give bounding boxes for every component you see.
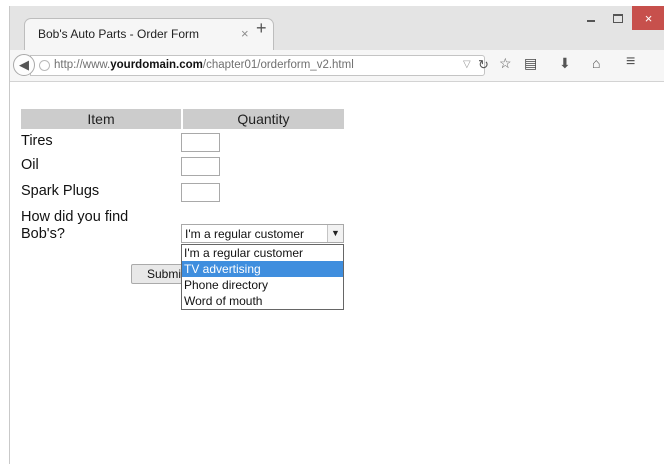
- find-options-dropdown: I'm a regular customer TV advertising Ph…: [181, 244, 344, 310]
- option-word-of-mouth[interactable]: Word of mouth: [182, 293, 343, 309]
- url-text[interactable]: http://www.yourdomain.com/chapter01/orde…: [54, 59, 354, 71]
- quantity-column-header: Quantity: [183, 109, 344, 129]
- option-regular-customer[interactable]: I'm a regular customer: [182, 245, 343, 261]
- close-window-button[interactable]: ×: [632, 6, 664, 30]
- back-arrow-icon[interactable]: ◀: [13, 54, 35, 76]
- globe-icon: [39, 60, 50, 71]
- url-dropdown-icon[interactable]: ▽: [463, 59, 471, 70]
- page-content: Item Quantity Tires Oil Spark Plugs How …: [10, 82, 664, 464]
- url-path: /chapter01/orderform_v2.html: [202, 59, 354, 71]
- spark-plugs-quantity-input[interactable]: [181, 183, 220, 202]
- oil-label: Oil: [21, 157, 39, 173]
- browser-tab[interactable]: Bob's Auto Parts - Order Form ×: [24, 18, 274, 50]
- find-label-line2: Bob's?: [21, 226, 65, 242]
- find-label-line1: How did you find: [21, 209, 129, 225]
- find-select[interactable]: I'm a regular customer ▼: [181, 224, 344, 243]
- maximize-icon: [613, 13, 623, 23]
- minimize-icon: [587, 20, 595, 22]
- oil-quantity-input[interactable]: [181, 157, 220, 176]
- tires-quantity-input[interactable]: [181, 133, 220, 152]
- title-bar: Bob's Auto Parts - Order Form × + ×: [10, 6, 664, 50]
- option-tv-advertising[interactable]: TV advertising: [182, 261, 343, 277]
- bookmark-star-icon[interactable]: ☆: [499, 55, 512, 72]
- maximize-button[interactable]: [604, 6, 632, 30]
- download-arrow-icon[interactable]: ⬇: [559, 55, 571, 72]
- minimize-button[interactable]: [578, 6, 604, 30]
- tab-close-icon[interactable]: ×: [241, 26, 249, 41]
- tires-label: Tires: [21, 133, 53, 149]
- menu-icon[interactable]: ≡: [626, 53, 635, 71]
- new-tab-button[interactable]: +: [256, 19, 267, 37]
- browser-window: Bob's Auto Parts - Order Form × + × http…: [9, 6, 664, 464]
- tab-title: Bob's Auto Parts - Order Form: [38, 27, 200, 41]
- url-domain: yourdomain.com: [110, 59, 203, 71]
- reading-list-icon[interactable]: ▤: [524, 55, 537, 72]
- url-prefix: http://www.: [54, 59, 111, 71]
- item-column-header: Item: [21, 109, 181, 129]
- spark-plugs-label: Spark Plugs: [21, 183, 100, 199]
- home-icon[interactable]: ⌂: [592, 55, 600, 71]
- find-select-value: I'm a regular customer: [185, 227, 304, 241]
- chevron-down-icon[interactable]: ▼: [327, 225, 343, 242]
- navigation-bar: http://www.yourdomain.com/chapter01/orde…: [10, 50, 664, 82]
- address-bar[interactable]: http://www.yourdomain.com/chapter01/orde…: [30, 55, 489, 76]
- option-phone-directory[interactable]: Phone directory: [182, 277, 343, 293]
- reload-icon[interactable]: ↻: [478, 57, 489, 73]
